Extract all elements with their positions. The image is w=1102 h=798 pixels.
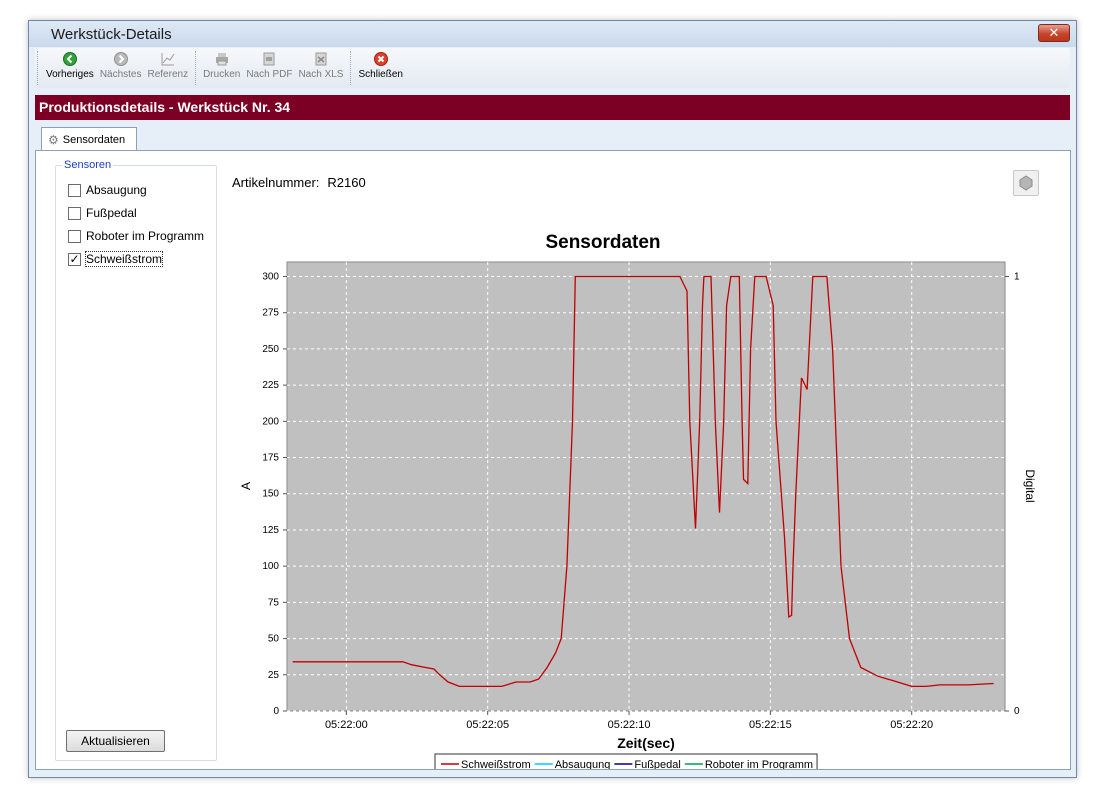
legend-entry: Roboter im Programm [705,759,813,769]
next-label: Nächstes [99,69,142,80]
print-label: Drucken [203,69,241,80]
pdf-export-button[interactable]: Nach PDF [243,48,295,80]
legend-entry: Schweißstrom [461,759,531,769]
y-tick-label: 25 [268,670,280,681]
toolbar: Vorheriges Nächstes Referenz Drucken Nac… [35,48,1070,88]
print-button[interactable]: Drucken [200,48,243,80]
pdf-export-label: Nach PDF [246,69,293,80]
toolbar-separator [195,51,197,85]
y-tick-label: 125 [262,525,279,536]
x-tick-label: 05:22:10 [608,719,651,731]
y-tick-label: 225 [262,380,279,391]
chart-title: Sensordaten [545,232,660,253]
close-button[interactable]: Schließen [355,48,405,80]
x-tick-label: 05:22:00 [325,719,368,731]
y-tick-label: 275 [262,308,279,319]
legend-entry: Absaugung [555,759,611,769]
gear-icon: ⚙ [48,132,59,147]
y-axis-label: A [239,482,253,490]
arrow-right-gray-icon [113,51,129,67]
xls-export-label: Nach XLS [298,69,344,80]
previous-button[interactable]: Vorheriges [43,48,97,80]
x-tick-label: 05:22:05 [466,719,509,731]
tab-label: Sensordaten [62,133,126,146]
previous-label: Vorheriges [46,69,94,80]
production-header: Produktionsdetails - Werkstück Nr. 34 [35,95,1070,120]
chart-legend: Schweißstrom Absaugung Fußpedal Roboter im … [434,753,818,769]
sensor-chart: Sensordaten 0 25 50 75 100 125 150 175 200 225 250… [239,232,1037,769]
pdf-icon [261,51,277,67]
y-tick-label: 50 [268,634,280,645]
legend-entry: Fußpedal [634,759,680,769]
reference-label: Referenz [147,69,189,80]
printer-icon [214,51,230,67]
x-tick-label: 05:22:20 [890,719,933,731]
reference-button[interactable]: Referenz [145,48,192,80]
y2-tick-label: 0 [1014,706,1020,717]
y-tick-label: 100 [262,561,279,572]
title-bar: Werkstück-Details ✕ [29,21,1076,47]
y2-tick-label: 1 [1014,271,1020,282]
arrow-left-green-icon [62,51,78,67]
y-tick-label: 150 [262,489,279,500]
window: Werkstück-Details ✕ Vorheriges Nächstes … [28,20,1077,778]
tab-strip: ⚙ Sensordaten [35,127,1070,151]
window-close-button[interactable]: ✕ [1038,24,1070,42]
y-tick-label: 75 [268,597,280,608]
toolbar-grip[interactable] [37,51,41,85]
x-axis-label: Zeit(sec) [617,735,675,751]
tab-content: Sensoren Absaugung Fußpedal Roboter im P… [35,150,1071,770]
y-tick-label: 250 [262,344,279,355]
chart-icon [160,51,176,67]
y-tick-label: 300 [262,271,279,282]
y2-axis-label: Digital [1023,469,1037,502]
y-tick-label: 175 [262,453,279,464]
plot-area [286,261,1006,712]
window-title: Werkstück-Details [51,26,172,43]
xls-export-button[interactable]: Nach XLS [295,48,346,80]
next-button[interactable]: Nächstes [97,48,145,80]
close-red-icon [373,51,389,67]
y2-axis: 01 [1005,271,1020,717]
x-axis: 05:22:00 05:22:05 05:22:10 05:22:15 05:22:20 [325,711,933,731]
x-tick-label: 05:22:15 [749,719,792,731]
y-tick-label: 0 [273,706,279,717]
tab-sensordaten[interactable]: ⚙ Sensordaten [41,127,137,151]
y-axis: 0 25 50 75 100 125 150 175 200 225 250 275 300 [262,271,287,717]
xls-icon [313,51,329,67]
toolbar-separator [350,51,352,85]
y-tick-label: 200 [262,416,279,427]
close-label: Schließen [358,69,403,80]
